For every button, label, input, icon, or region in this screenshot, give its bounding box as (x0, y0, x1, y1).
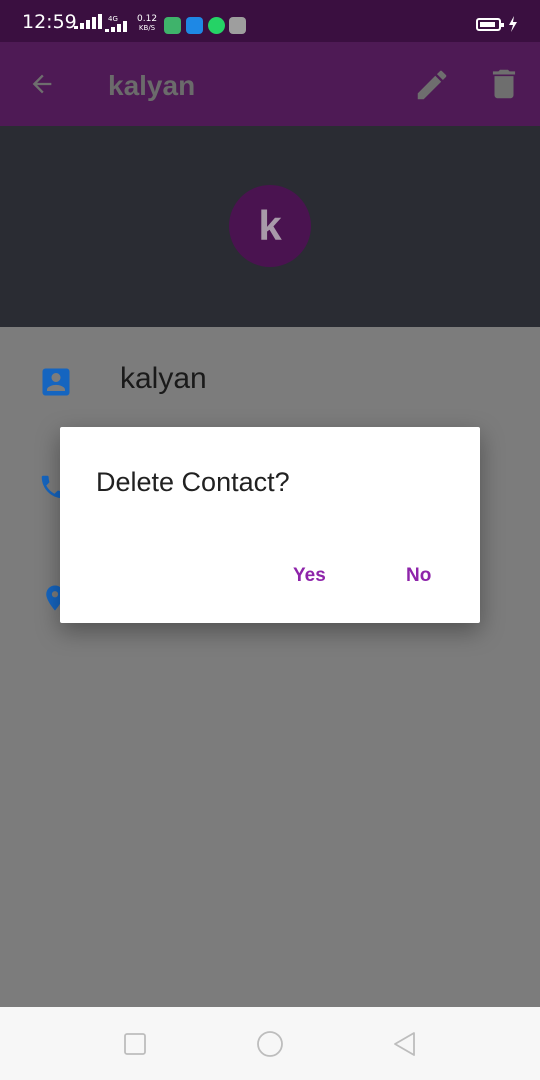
app-bar: kalyan (0, 42, 540, 126)
battery-icon (476, 18, 504, 31)
location-icon (186, 17, 203, 34)
signal-icon-2 (105, 21, 127, 32)
network-speed: 0.12 KB/S (137, 15, 157, 33)
speed-unit: KB/S (138, 24, 156, 32)
contact-card-icon (42, 368, 70, 396)
charging-icon (509, 16, 517, 32)
pencil-icon[interactable] (410, 63, 454, 107)
whatsapp-icon (208, 17, 225, 34)
app-bar-title: kalyan (108, 70, 196, 101)
yes-button[interactable]: Yes (293, 565, 326, 587)
square-icon[interactable] (123, 1032, 147, 1056)
maps-icon (164, 17, 181, 34)
speed-value: 0.12 (137, 14, 158, 24)
circle-icon[interactable] (256, 1030, 284, 1058)
delete-contact-dialog: Delete Contact? Yes No (60, 427, 480, 623)
avatar: k (229, 185, 311, 267)
contact-name: kalyan (120, 362, 207, 395)
dialog-title: Delete Contact? (96, 467, 290, 497)
drive-icon (229, 17, 246, 34)
arrow-back-icon[interactable] (22, 64, 62, 104)
trash-icon[interactable] (482, 62, 526, 106)
triangle-back-icon[interactable] (392, 1030, 418, 1058)
signal-icon (74, 14, 102, 29)
status-bar: 12:59 4G 0.12 KB/S (0, 0, 540, 42)
navigation-bar (0, 1007, 540, 1080)
status-time: 12:59 (22, 11, 77, 33)
no-button[interactable]: No (406, 565, 431, 587)
